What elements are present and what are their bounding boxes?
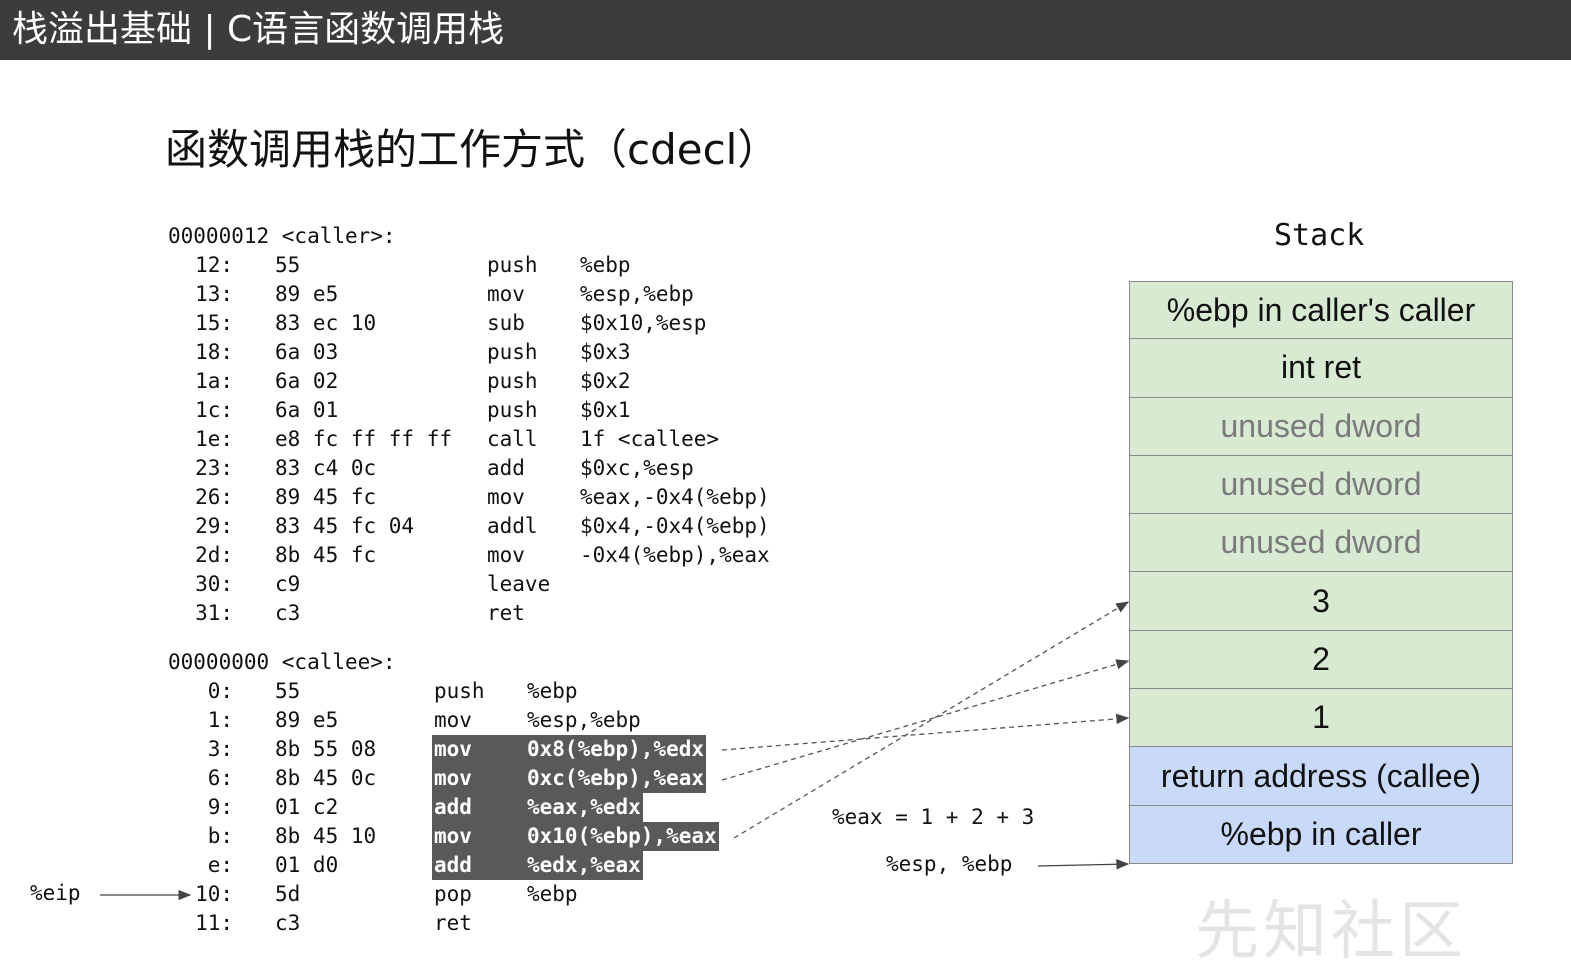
arrow-esp-ebp: [1037, 859, 1130, 870]
arrow-arg2-to-stack: [721, 659, 1130, 781]
arrows-overlay: [100, 601, 1130, 901]
arrow-arg1-to-stack: [721, 713, 1130, 751]
arrow-arg3-to-stack: [733, 601, 1130, 839]
